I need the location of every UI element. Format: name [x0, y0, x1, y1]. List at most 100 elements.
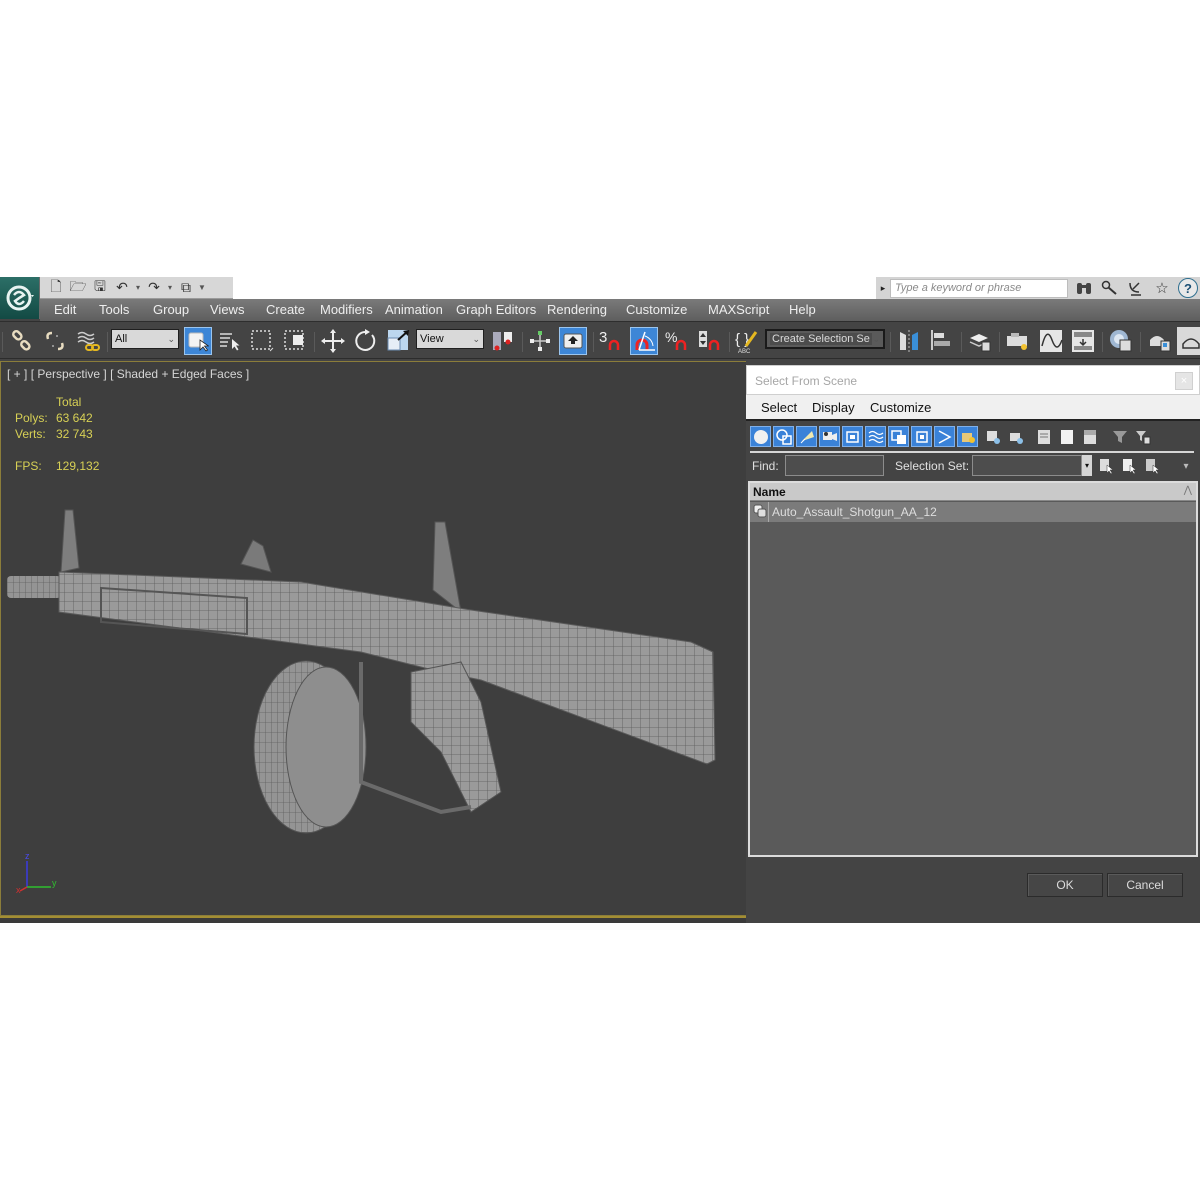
- dialog-menu-select[interactable]: Select: [761, 400, 797, 415]
- angle-snap-icon[interactable]: [630, 327, 658, 355]
- display-space-warps-icon[interactable]: [865, 426, 886, 447]
- expand-search-icon[interactable]: ▸: [876, 278, 890, 298]
- app-logo-button[interactable]: [0, 277, 40, 319]
- list-item[interactable]: Auto_Assault_Shotgun_AA_12: [750, 502, 1196, 522]
- schematic-view-icon[interactable]: [1069, 327, 1097, 355]
- toolbar-grip[interactable]: [2, 332, 3, 352]
- unlink-icon[interactable]: [41, 327, 69, 355]
- display-frozen-icon[interactable]: [982, 426, 1003, 447]
- dialog-title-bar[interactable]: Select From Scene ×: [746, 365, 1200, 395]
- selection-set-input[interactable]: [972, 455, 1082, 476]
- ok-button[interactable]: OK: [1027, 873, 1103, 897]
- undo-dropdown-icon[interactable]: ▾: [134, 283, 142, 292]
- dialog-menu-display[interactable]: Display: [812, 400, 855, 415]
- move-icon[interactable]: [319, 327, 347, 355]
- redo-icon[interactable]: ↷: [144, 279, 164, 297]
- menu-create[interactable]: Create: [266, 302, 305, 317]
- reference-coordinate-dropdown[interactable]: View ⌄: [416, 329, 484, 349]
- redo-dropdown-icon[interactable]: ▾: [166, 283, 174, 292]
- options-dropdown-icon[interactable]: ▾: [1176, 456, 1196, 476]
- display-bones-icon[interactable]: [934, 426, 955, 447]
- display-cameras-icon[interactable]: [819, 426, 840, 447]
- material-editor-icon[interactable]: [1107, 327, 1135, 355]
- save-file-icon[interactable]: 🖫: [90, 278, 110, 297]
- select-manipulate-icon[interactable]: [526, 327, 554, 355]
- spinner-snap-icon[interactable]: [695, 327, 723, 355]
- close-icon[interactable]: ×: [1175, 372, 1193, 390]
- selection-set-dropdown-icon[interactable]: ▾: [1082, 455, 1092, 476]
- new-file-icon[interactable]: 🗋: [46, 278, 66, 297]
- cancel-button[interactable]: Cancel: [1107, 873, 1183, 897]
- select-none-icon[interactable]: [1056, 426, 1077, 447]
- select-by-name-icon[interactable]: [216, 327, 244, 355]
- display-shapes-icon[interactable]: [773, 426, 794, 447]
- menu-edit[interactable]: Edit: [54, 302, 76, 317]
- display-lights-icon[interactable]: [796, 426, 817, 447]
- menu-views[interactable]: Views: [210, 302, 244, 317]
- keyboard-shortcut-override-icon[interactable]: [559, 327, 587, 355]
- curve-editor-icon[interactable]: [1037, 327, 1065, 355]
- snaps-toggle-icon[interactable]: 3: [597, 327, 625, 355]
- display-xrefs-icon[interactable]: [911, 426, 932, 447]
- select-object-icon[interactable]: [184, 327, 212, 355]
- dialog-menu-customize[interactable]: Customize: [870, 400, 931, 415]
- menu-animation[interactable]: Animation: [385, 302, 443, 317]
- display-groups-icon[interactable]: [888, 426, 909, 447]
- edit-named-selection-icon[interactable]: { } ABC: [733, 327, 761, 355]
- customize-qa-icon[interactable]: ▼: [198, 283, 206, 292]
- binoculars-icon[interactable]: [1074, 279, 1094, 297]
- key-icon[interactable]: [1100, 279, 1120, 297]
- rectangular-selection-icon[interactable]: [248, 327, 276, 355]
- layer-manager-icon[interactable]: [966, 327, 994, 355]
- scene-object-list[interactable]: Name ⋀ Auto_Assault_Shotgun_AA_12: [748, 481, 1198, 857]
- name-column-header[interactable]: Name ⋀: [750, 483, 1196, 501]
- bind-space-warp-icon[interactable]: [75, 327, 103, 355]
- undo-icon[interactable]: ↶: [112, 279, 132, 297]
- selection-filter-dropdown[interactable]: All ⌄: [111, 329, 179, 349]
- project-folder-icon[interactable]: ⧉: [176, 279, 196, 297]
- menu-tools[interactable]: Tools: [99, 302, 129, 317]
- menu-maxscript[interactable]: MAXScript: [708, 302, 769, 317]
- keyword-search-input[interactable]: [890, 278, 1068, 298]
- rotate-icon[interactable]: [352, 327, 380, 355]
- find-input[interactable]: [785, 455, 884, 476]
- viewport-point-of-view-menu[interactable]: [ Perspective ]: [31, 367, 107, 381]
- select-invert-icon[interactable]: [1079, 426, 1100, 447]
- satellite-icon[interactable]: [1126, 279, 1146, 297]
- scale-icon[interactable]: [385, 327, 413, 355]
- menu-customize[interactable]: Customize: [626, 302, 687, 317]
- mirror-icon[interactable]: [895, 327, 923, 355]
- select-set-members-icon[interactable]: [1096, 456, 1116, 476]
- link-icon[interactable]: [8, 327, 36, 355]
- window-crossing-icon[interactable]: [281, 327, 309, 355]
- y-axis-label: y: [52, 878, 57, 888]
- select-all-icon[interactable]: [1033, 426, 1054, 447]
- shotgun-wireframe-model[interactable]: [1, 502, 747, 842]
- pivot-center-icon[interactable]: [489, 327, 517, 355]
- display-helpers-icon[interactable]: [842, 426, 863, 447]
- percent-snap-icon[interactable]: %: [663, 327, 691, 355]
- render-frame-icon[interactable]: [1177, 327, 1200, 355]
- render-setup-icon[interactable]: [1146, 327, 1174, 355]
- toggle-scene-explorer-icon[interactable]: [1004, 327, 1032, 355]
- menu-modifiers[interactable]: Modifiers: [320, 302, 373, 317]
- display-containers-icon[interactable]: [957, 426, 978, 447]
- display-geometry-icon[interactable]: [750, 426, 771, 447]
- star-icon[interactable]: ☆: [1152, 279, 1172, 297]
- display-hidden-icon[interactable]: [1005, 426, 1026, 447]
- filter-icon[interactable]: [1109, 426, 1130, 447]
- menu-rendering[interactable]: Rendering: [547, 302, 607, 317]
- open-file-icon[interactable]: 🗁: [68, 278, 88, 297]
- remove-from-set-icon[interactable]: [1142, 456, 1162, 476]
- named-selection-sets-dropdown[interactable]: Create Selection Se ⌄: [765, 329, 885, 349]
- viewport-general-menu[interactable]: [ + ]: [7, 367, 27, 381]
- menu-group[interactable]: Group: [153, 302, 189, 317]
- help-icon[interactable]: ?: [1178, 278, 1198, 298]
- add-to-set-icon[interactable]: [1119, 456, 1139, 476]
- viewport-shading-menu[interactable]: [ Shaded + Edged Faces ]: [110, 367, 249, 381]
- menu-graph-editors[interactable]: Graph Editors: [456, 302, 536, 317]
- filter-list-icon[interactable]: [1132, 426, 1153, 447]
- perspective-viewport[interactable]: [ + ] [ Perspective ] [ Shaded + Edged F…: [0, 361, 746, 916]
- menu-help[interactable]: Help: [789, 302, 816, 317]
- align-icon[interactable]: [928, 327, 956, 355]
